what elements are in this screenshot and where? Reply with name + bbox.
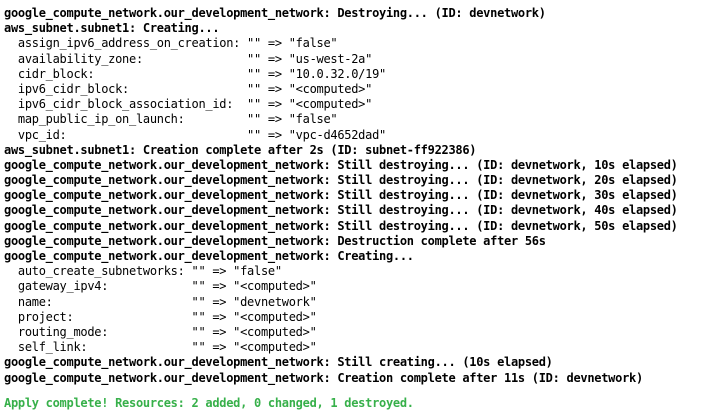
attr-ipv6-cidr-assoc: ipv6_cidr_block_association_id: "" => "<… [4, 97, 373, 112]
attr-auto-create-subnetworks: auto_create_subnetworks: "" => "false" [4, 264, 282, 279]
log-line-subnet-complete: aws_subnet.subnet1: Creation complete af… [4, 142, 477, 157]
log-line-still-destroying-20s: google_compute_network.our_development_n… [4, 173, 678, 188]
log-line-still-destroying-50s: google_compute_network.our_development_n… [4, 218, 678, 233]
log-line-destruction-complete: google_compute_network.our_development_n… [4, 233, 546, 248]
log-line-creation-complete: google_compute_network.our_development_n… [4, 370, 643, 385]
attr-assign-ipv6: assign_ipv6_address_on_creation: "" => "… [4, 36, 338, 51]
log-line-network-creating: google_compute_network.our_development_n… [4, 249, 414, 263]
attr-routing-mode: routing_mode: "" => "<computed>" [4, 324, 317, 339]
attr-name: name: "" => "devnetwork" [4, 294, 317, 309]
attr-availability-zone: availability_zone: "" => "us-west-2a" [4, 51, 373, 66]
log-line-still-creating: google_compute_network.our_development_n… [4, 355, 553, 370]
log-line-destroying: google_compute_network.our_development_n… [4, 6, 546, 20]
apply-complete-summary: Apply complete! Resources: 2 added, 0 ch… [4, 395, 414, 410]
attr-ipv6-cidr-block: ipv6_cidr_block: "" => "<computed>" [4, 81, 373, 96]
attr-cidr-block: cidr_block: "" => "10.0.32.0/19" [4, 66, 386, 81]
log-line-still-destroying-30s: google_compute_network.our_development_n… [4, 188, 678, 203]
attr-gateway-ipv4: gateway_ipv4: "" => "<computed>" [4, 279, 317, 294]
log-line-still-destroying-40s: google_compute_network.our_development_n… [4, 203, 678, 218]
log-line-subnet-creating: aws_subnet.subnet1: Creating... [4, 21, 220, 36]
attr-self-link: self_link: "" => "<computed>" [4, 340, 317, 355]
attr-project: project: "" => "<computed>" [4, 309, 317, 324]
log-line-still-destroying-10s: google_compute_network.our_development_n… [4, 157, 678, 172]
terminal-output: google_compute_network.our_development_n… [0, 0, 720, 410]
attr-map-public-ip: map_public_ip_on_launch: "" => "false" [4, 112, 338, 127]
attr-vpc-id: vpc_id: "" => "vpc-d4652dad" [4, 127, 386, 142]
